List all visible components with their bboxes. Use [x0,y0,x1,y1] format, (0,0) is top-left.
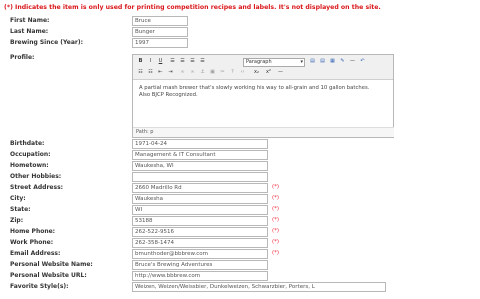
redo-icon[interactable]: — [277,69,284,76]
clean-icon[interactable]: ✎ [339,58,346,65]
paste-word-icon[interactable]: ▦ [329,58,336,65]
favorite-styles-row: Favorite Style(s): Weizen, Weizen/Weissb… [0,282,480,293]
website-name-input[interactable]: Bruce's Brewing Adventures [132,260,268,270]
website-name-row: Personal Website Name: Bruce's Brewing A… [0,260,480,271]
other-hobbies-row: Other Hobbies: [0,172,480,183]
last-name-row: Last Name: Bunger [0,27,480,38]
street-address-label: Street Address: [10,184,64,191]
work-phone-label: Work Phone: [10,239,54,246]
first-name-label: First Name: [10,17,50,24]
required-mark: (*) [272,239,280,245]
website-url-label: Personal Website URL: [10,272,87,279]
required-mark: (*) [272,206,280,212]
brewing-since-row: Brewing Since (Year): 1997 [0,38,480,49]
birthdate-label: Birthdate: [10,140,45,147]
home-phone-row: Home Phone: 262-522-9516 (*) [0,227,480,238]
hometown-row: Hometown: Waukesha, WI [0,161,480,172]
bullet-list-icon[interactable]: ☷ [137,69,144,76]
occupation-input[interactable]: Management & IT Consultant [132,150,268,160]
outdent-icon[interactable]: ⇤ [157,69,164,76]
paste-icon[interactable]: ▤ [309,58,316,65]
website-name-label: Personal Website Name: [10,261,93,268]
work-phone-row: Work Phone: 262-358-1474 (*) [0,238,480,249]
city-row: City: Waukesha (*) [0,194,480,205]
profile-editor[interactable]: B I U ☰ ☰ ☰ ☰ Paragraph ▾ ▤ ▤ ▦ ✎ — ↶ ☷ … [132,54,394,138]
email-input[interactable]: bmunthoder@bbbrew.com [132,249,268,259]
subscript-icon[interactable]: x₂ [253,69,260,76]
hr-icon[interactable]: — [349,58,356,65]
anchor-icon[interactable]: ⚓ [199,69,206,76]
favorite-styles-label: Favorite Style(s): [10,283,69,290]
justify-icon[interactable]: ☰ [199,58,206,65]
required-mark: (*) [272,195,280,201]
occupation-row: Occupation: Management & IT Consultant [0,150,480,161]
underline-icon[interactable]: U [157,58,164,65]
align-right-icon[interactable]: ☰ [189,58,196,65]
required-notice: (*) Indicates the item is only used for … [4,4,381,11]
profile-text[interactable]: A partial mash brewer that's slowly work… [139,85,379,99]
last-name-label: Last Name: [10,28,49,35]
street-address-input[interactable]: 2660 Madrillo Rd [132,183,268,193]
indent-icon[interactable]: ⇥ [167,69,174,76]
city-label: City: [10,195,26,202]
required-mark: (*) [272,184,280,190]
chevron-down-icon: ▾ [300,59,303,65]
code-icon[interactable]: ‹› [239,69,246,76]
bold-icon[interactable]: B [137,58,144,65]
state-row: State: WI (*) [0,205,480,216]
occupation-label: Occupation: [10,151,51,158]
brewing-since-input[interactable]: 1997 [132,38,188,48]
required-mark: (*) [272,250,280,256]
first-name-input[interactable]: Bruce [132,16,188,26]
other-hobbies-input[interactable] [132,172,268,182]
birthdate-row: Birthdate: 1971-04-24 [0,139,480,150]
last-name-input[interactable]: Bunger [132,27,188,37]
home-phone-label: Home Phone: [10,228,56,235]
align-left-icon[interactable]: ☰ [169,58,176,65]
numbered-list-icon[interactable]: ☷ [147,69,154,76]
editor-path: Path: p [133,127,394,137]
birthdate-input[interactable]: 1971-04-24 [132,139,268,149]
email-row: Email Address: bmunthoder@bbbrew.com (*) [0,249,480,260]
work-phone-input[interactable]: 262-358-1474 [132,238,268,248]
zip-label: Zip: [10,217,24,224]
unlink-icon[interactable]: ∞ [189,69,196,76]
superscript-icon[interactable]: x² [265,69,272,76]
help-icon[interactable]: ? [229,69,236,76]
paste-text-icon[interactable]: ▤ [319,58,326,65]
format-select-value: Paragraph [246,59,272,65]
zip-row: Zip: 53188 (*) [0,216,480,227]
website-url-row: Personal Website URL: http://www.bbbrew.… [0,271,480,282]
first-name-row: First Name: Bruce [0,16,480,27]
street-address-row: Street Address: 2660 Madrillo Rd (*) [0,183,480,194]
zip-input[interactable]: 53188 [132,216,268,226]
required-mark: (*) [272,228,280,234]
undo-icon[interactable]: ↶ [359,58,366,65]
home-phone-input[interactable]: 262-522-9516 [132,227,268,237]
link-icon[interactable]: ∞ [179,69,186,76]
cleanup-icon[interactable]: ✂ [219,69,226,76]
required-mark: (*) [272,217,280,223]
editor-toolbar: B I U ☰ ☰ ☰ ☰ Paragraph ▾ ▤ ▤ ▦ ✎ — ↶ ☷ … [133,55,393,80]
state-label: State: [10,206,31,213]
city-input[interactable]: Waukesha [132,194,268,204]
profile-label: Profile: [10,54,35,61]
format-select[interactable]: Paragraph ▾ [243,58,305,67]
favorite-styles-input[interactable]: Weizen, Weizen/Weissbier, Dunkelweizen, … [132,282,386,292]
italic-icon[interactable]: I [147,58,154,65]
other-hobbies-label: Other Hobbies: [10,173,62,180]
email-label: Email Address: [10,250,61,257]
hometown-label: Hometown: [10,162,49,169]
align-center-icon[interactable]: ☰ [179,58,186,65]
image-icon[interactable]: ▣ [209,69,216,76]
state-input[interactable]: WI [132,205,268,215]
website-url-input[interactable]: http://www.bbbrew.com [132,271,268,281]
brewing-since-label: Brewing Since (Year): [10,39,83,46]
hometown-input[interactable]: Waukesha, WI [132,161,268,171]
